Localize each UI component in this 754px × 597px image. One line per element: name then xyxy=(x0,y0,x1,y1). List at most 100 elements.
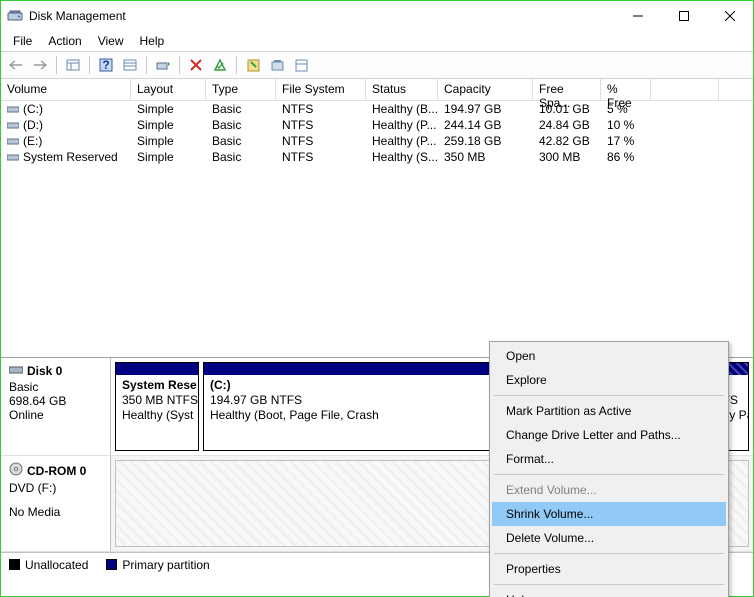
app-icon xyxy=(7,8,23,24)
legend-unallocated: Unallocated xyxy=(25,558,88,572)
volume-row[interactable]: System Reserved Simple Basic NTFS Health… xyxy=(1,149,753,165)
menu-view[interactable]: View xyxy=(90,32,132,50)
volume-name: (E:) xyxy=(23,134,42,148)
window-title: Disk Management xyxy=(29,9,615,23)
ctx-shrink-volume[interactable]: Shrink Volume... xyxy=(492,502,726,526)
ctx-help[interactable]: Help xyxy=(492,588,726,597)
disk-management-window: Disk Management File Action View Help ? xyxy=(0,0,754,597)
disk0-size: 698.64 GB xyxy=(9,394,102,408)
partition-status: Healthy (Syst xyxy=(122,408,192,423)
menu-file[interactable]: File xyxy=(5,32,40,50)
volume-list-header: Volume Layout Type File System Status Ca… xyxy=(1,79,753,101)
volume-type: Basic xyxy=(206,149,276,165)
legend-swatch-unallocated xyxy=(9,559,20,570)
volume-free: 24.84 GB xyxy=(533,117,601,133)
volume-status: Healthy (S... xyxy=(366,149,438,165)
delete-icon[interactable] xyxy=(185,54,207,76)
volume-status: Healthy (P... xyxy=(366,133,438,149)
volume-list: (C:) Simple Basic NTFS Healthy (B... 194… xyxy=(1,101,753,357)
volume-layout: Simple xyxy=(131,149,206,165)
column-layout[interactable]: Layout xyxy=(131,79,206,100)
volume-fs: NTFS xyxy=(276,117,366,133)
legend-swatch-primary xyxy=(106,559,117,570)
tool-icon-2[interactable] xyxy=(266,54,288,76)
volume-capacity: 244.14 GB xyxy=(438,117,533,133)
volume-row[interactable]: (C:) Simple Basic NTFS Healthy (B... 194… xyxy=(1,101,753,117)
menubar: File Action View Help xyxy=(1,31,753,51)
volume-capacity: 350 MB xyxy=(438,149,533,165)
column-pctfree[interactable]: % Free xyxy=(601,79,651,100)
volume-status: Healthy (B... xyxy=(366,101,438,117)
ctx-properties[interactable]: Properties xyxy=(492,557,726,581)
ctx-mark-active[interactable]: Mark Partition as Active xyxy=(492,399,726,423)
volume-type: Basic xyxy=(206,133,276,149)
disk0-name: Disk 0 xyxy=(27,364,62,378)
cdrom-name: CD-ROM 0 xyxy=(27,464,86,478)
drive-icon xyxy=(7,120,19,130)
cdrom-sidebar[interactable]: CD-ROM 0 DVD (F:) No Media xyxy=(1,456,111,551)
minimize-button[interactable] xyxy=(615,1,661,31)
cdrom-state: No Media xyxy=(9,505,102,519)
drive-icon xyxy=(7,152,19,162)
column-volume[interactable]: Volume xyxy=(1,79,131,100)
back-button[interactable] xyxy=(5,54,27,76)
context-menu: Open Explore Mark Partition as Active Ch… xyxy=(489,341,729,597)
volume-type: Basic xyxy=(206,117,276,133)
refresh-button[interactable] xyxy=(152,54,174,76)
volume-layout: Simple xyxy=(131,133,206,149)
help-button[interactable]: ? xyxy=(95,54,117,76)
volume-pct: 86 % xyxy=(601,149,651,165)
ctx-open[interactable]: Open xyxy=(492,344,726,368)
volume-row[interactable]: (D:) Simple Basic NTFS Healthy (P... 244… xyxy=(1,117,753,133)
drive-icon xyxy=(7,104,19,114)
volume-name: (D:) xyxy=(23,118,43,132)
disk0-kind: Basic xyxy=(9,380,102,394)
partition-size: 350 MB NTFS xyxy=(122,393,192,408)
tool-icon-1[interactable] xyxy=(242,54,264,76)
column-type[interactable]: Type xyxy=(206,79,276,100)
disc-icon xyxy=(9,462,23,479)
drive-icon xyxy=(7,136,19,146)
tool-icon-3[interactable] xyxy=(290,54,312,76)
volume-pct: 17 % xyxy=(601,133,651,149)
volume-name: System Reserved xyxy=(23,150,118,164)
ctx-delete-volume[interactable]: Delete Volume... xyxy=(492,526,726,550)
volume-fs: NTFS xyxy=(276,101,366,117)
column-status[interactable]: Status xyxy=(366,79,438,100)
volume-capacity: 194.97 GB xyxy=(438,101,533,117)
ctx-extend-volume: Extend Volume... xyxy=(492,478,726,502)
svg-text:?: ? xyxy=(102,58,109,72)
volume-fs: NTFS xyxy=(276,133,366,149)
column-filesystem[interactable]: File System xyxy=(276,79,366,100)
volume-type: Basic xyxy=(206,101,276,117)
volume-row[interactable]: (E:) Simple Basic NTFS Healthy (P... 259… xyxy=(1,133,753,149)
volume-layout: Simple xyxy=(131,117,206,133)
volume-status: Healthy (P... xyxy=(366,117,438,133)
disk0-sidebar[interactable]: Disk 0 Basic 698.64 GB Online xyxy=(1,358,111,455)
partition-title: System Rese xyxy=(122,378,192,393)
volume-layout: Simple xyxy=(131,101,206,117)
column-capacity[interactable]: Capacity xyxy=(438,79,533,100)
legend-primary: Primary partition xyxy=(122,558,209,572)
show-hide-pane-button[interactable] xyxy=(62,54,84,76)
menu-help[interactable]: Help xyxy=(132,32,173,50)
volume-capacity: 259.18 GB xyxy=(438,133,533,149)
volume-pct: 10 % xyxy=(601,117,651,133)
menu-action[interactable]: Action xyxy=(40,32,89,50)
settings-list-button[interactable] xyxy=(119,54,141,76)
ctx-change-letter[interactable]: Change Drive Letter and Paths... xyxy=(492,423,726,447)
volume-fs: NTFS xyxy=(276,149,366,165)
column-blank[interactable] xyxy=(651,79,719,100)
maximize-button[interactable] xyxy=(661,1,707,31)
partition-system-reserved[interactable]: System Rese 350 MB NTFS Healthy (Syst xyxy=(115,362,199,451)
disk0-state: Online xyxy=(9,408,102,422)
volume-name: (C:) xyxy=(23,102,43,116)
column-free[interactable]: Free Spa... xyxy=(533,79,601,100)
titlebar: Disk Management xyxy=(1,1,753,31)
disk-icon xyxy=(9,364,23,378)
ctx-format[interactable]: Format... xyxy=(492,447,726,471)
ctx-explore[interactable]: Explore xyxy=(492,368,726,392)
properties-icon[interactable] xyxy=(209,54,231,76)
close-button[interactable] xyxy=(707,1,753,31)
forward-button[interactable] xyxy=(29,54,51,76)
